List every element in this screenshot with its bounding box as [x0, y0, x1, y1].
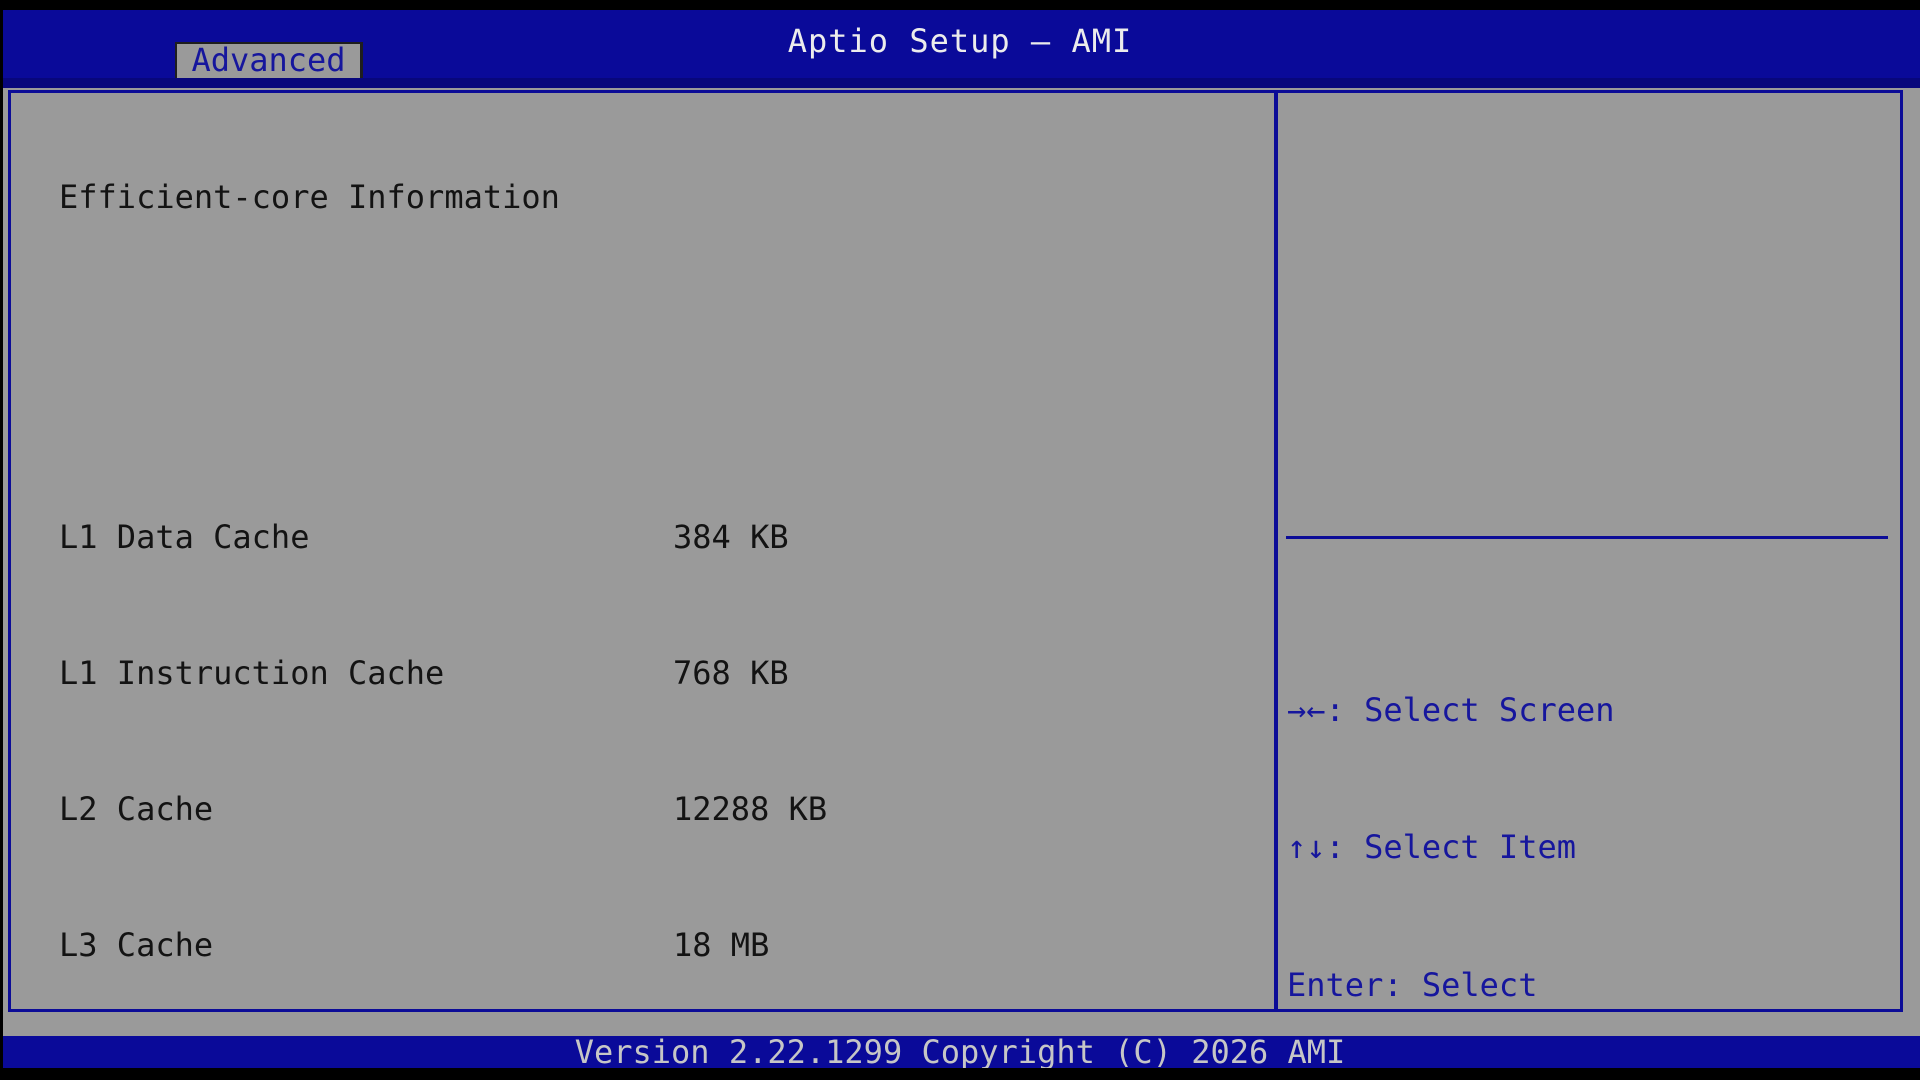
cache-label: L2 Cache: [59, 792, 673, 826]
section-title: Efficient-core Information: [59, 180, 827, 214]
cache-value: 384 KB: [673, 520, 789, 554]
panel-divider: [1274, 90, 1278, 1012]
tab-advanced[interactable]: Advanced: [175, 42, 363, 78]
help-hint: Enter: Select: [1287, 968, 1711, 1002]
cache-info-row: L3 Cache 18 MB: [59, 928, 827, 962]
version-text: Version 2.22.1299 Copyright (C) 2026 AMI: [0, 1036, 1920, 1068]
bios-setup-screen: Aptio Setup – AMI Advanced Efficient-cor…: [0, 0, 1920, 1080]
screen-edge-left: [0, 0, 3, 1080]
cache-info-row: L1 Instruction Cache 768 KB: [59, 656, 827, 690]
version-bar: Version 2.22.1299 Copyright (C) 2026 AMI: [0, 1036, 1920, 1068]
blank-line: [59, 282, 827, 316]
help-hint: →←: Select Screen: [1287, 693, 1711, 727]
help-hint: ↑↓: Select Item: [1287, 830, 1711, 864]
help-key-hints: →←: Select Screen ↑↓: Select Item Enter:…: [1287, 556, 1711, 1080]
cache-label: L3 Cache: [59, 928, 673, 962]
cache-info-section: Efficient-core Information L1 Data Cache…: [59, 112, 827, 1080]
cache-info-row: L1 Data Cache 384 KB: [59, 520, 827, 554]
cache-info-list: L1 Data Cache 384 KB L1 Instruction Cach…: [59, 384, 827, 1030]
screen-edge-bottom: [0, 1068, 1920, 1080]
cache-value: 18 MB: [673, 928, 769, 962]
cache-value: 12288 KB: [673, 792, 827, 826]
title-bar-bottom-edge: [0, 78, 1920, 88]
screen-edge-top: [0, 0, 1920, 10]
cache-info-row: L2 Cache 12288 KB: [59, 792, 827, 826]
cache-label: L1 Data Cache: [59, 520, 673, 554]
help-separator: [1286, 536, 1888, 539]
cache-value: 768 KB: [673, 656, 789, 690]
cache-label: L1 Instruction Cache: [59, 656, 673, 690]
